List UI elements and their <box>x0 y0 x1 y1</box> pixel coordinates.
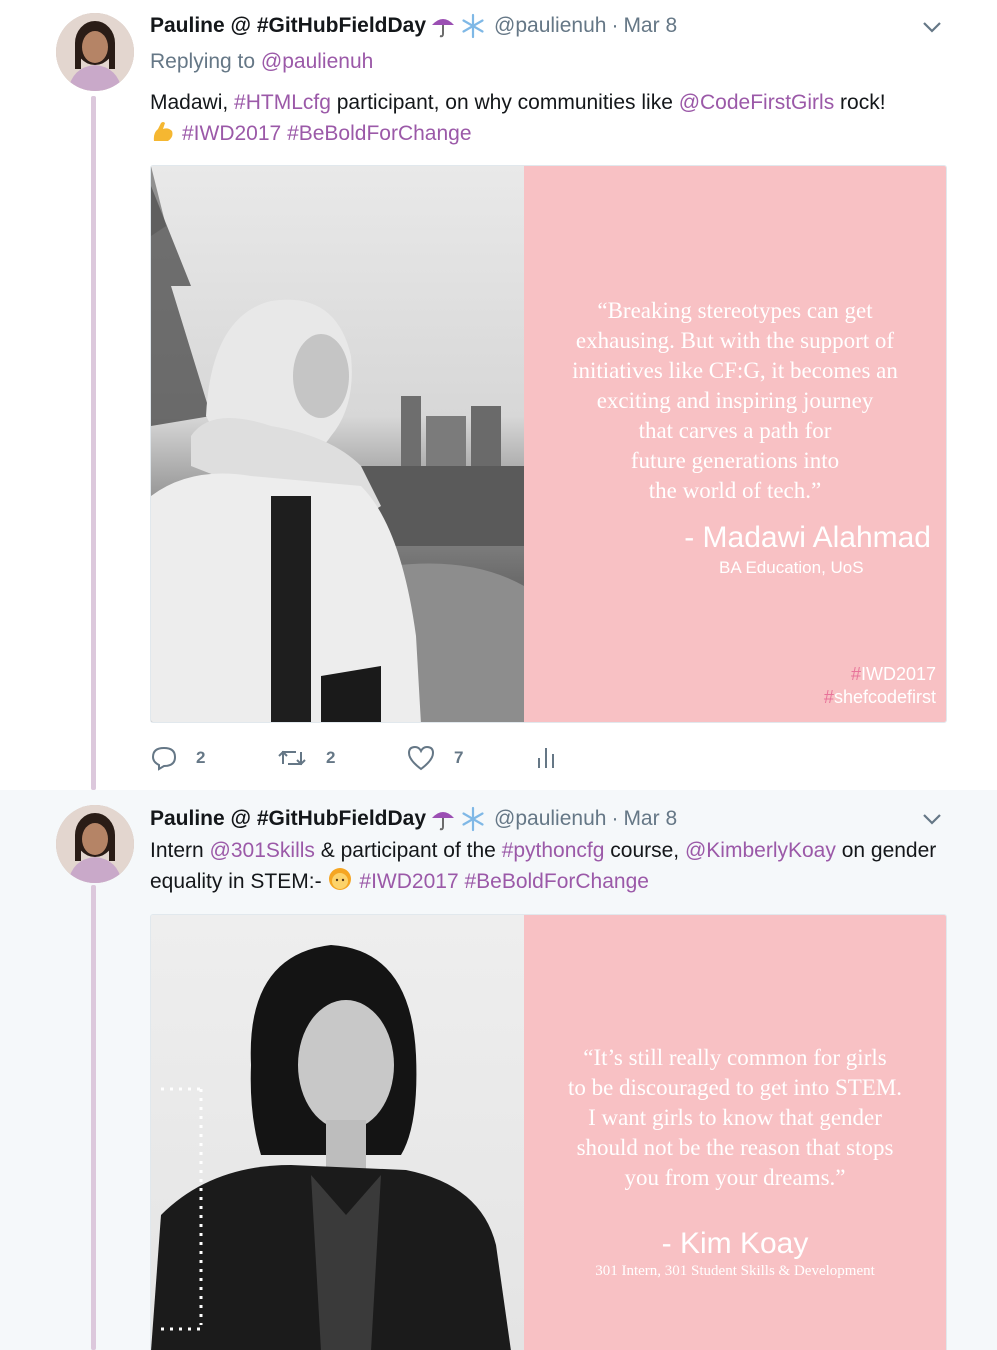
author-handle[interactable]: @paulienuh <box>494 14 606 38</box>
quote-text: “Breaking stereotypes can get exhausing.… <box>534 296 936 506</box>
snowflake-emoji <box>460 13 486 39</box>
text-segment: Intern <box>150 839 210 862</box>
reply-icon <box>151 746 177 771</box>
quote-text: “It’s still really common for girls to b… <box>534 1043 936 1193</box>
hash-symbol: # <box>850 664 861 684</box>
mention-link[interactable]: @CodeFirstGirls <box>679 91 835 114</box>
thread-line <box>91 885 96 1350</box>
quote-line: I want girls to know that gender <box>588 1105 882 1130</box>
replying-handle-link[interactable]: @paulienuh <box>261 50 373 73</box>
image-hashtag: IWD2017 <box>860 664 936 684</box>
text-segment: & participant of the <box>314 839 502 862</box>
like-button[interactable]: 7 <box>406 744 466 772</box>
tweet-date[interactable]: Mar 8 <box>623 807 677 831</box>
photo-madawi[interactable] <box>151 166 524 722</box>
author-handle[interactable]: @paulienuh <box>494 807 606 831</box>
quote-author-subtitle: BA Education, UoS <box>719 558 864 577</box>
quote-line: to be discouraged to get into STEM. <box>567 1075 903 1100</box>
tweet-text: Madawi, #HTMLcfg participant, on why com… <box>150 87 950 149</box>
retweet-count: 2 <box>326 748 336 767</box>
quote-panel: “Breaking stereotypes can get exhausing.… <box>524 166 946 722</box>
avatar[interactable] <box>56 805 134 883</box>
hashtag-link[interactable]: #IWD2017 <box>182 122 281 145</box>
separator-dot: · <box>611 14 619 37</box>
quote-author: - Madawi Alahmad <box>684 521 931 554</box>
chevron-down-icon[interactable] <box>918 805 946 833</box>
mention-link[interactable]: @KimberlyKoay <box>685 839 836 862</box>
hashtag-link[interactable]: #pythoncfg <box>502 839 605 862</box>
tweet-2[interactable]: Pauline @ #GitHubFieldDay @paulienuh · M… <box>0 790 997 1350</box>
photo-kim[interactable] <box>151 915 524 1350</box>
woman-emoji <box>327 867 353 893</box>
hashtag-link[interactable]: #IWD2017 <box>359 870 458 893</box>
replying-label: Replying to <box>150 50 256 73</box>
author-name[interactable]: Pauline @ #GitHubFieldDay <box>150 14 426 38</box>
analytics-button[interactable] <box>534 744 576 772</box>
tweet-media[interactable]: “It’s still really common for girls to b… <box>150 914 947 1350</box>
quote-author: - Kim Koay <box>661 1227 809 1260</box>
separator-dot: · <box>611 807 619 830</box>
quote-panel: “It’s still really common for girls to b… <box>524 915 946 1350</box>
tweet-date[interactable]: Mar 8 <box>623 14 677 38</box>
reply-count: 2 <box>196 748 206 767</box>
replying-to: Replying to @paulienuh <box>150 50 373 74</box>
image-hashtags: #IWD2017 #shefcodefirst <box>824 663 936 709</box>
text-segment: rock! <box>834 91 886 114</box>
snowflake-emoji <box>460 806 486 832</box>
tweet-header: Pauline @ #GitHubFieldDay @paulienuh · M… <box>150 11 677 41</box>
author-name[interactable]: Pauline @ #GitHubFieldDay <box>150 807 426 831</box>
tweet-header: Pauline @ #GitHubFieldDay @paulienuh · M… <box>150 804 677 834</box>
quote-line: exciting and inspiring journey <box>596 388 874 413</box>
hash-symbol: # <box>823 687 834 707</box>
quote-line: initiatives like CF:G, it becomes an <box>572 358 898 383</box>
umbrella-emoji <box>430 13 456 39</box>
tweet-actions: 2 2 7 <box>150 740 644 776</box>
chevron-down-icon[interactable] <box>918 13 946 41</box>
retweet-icon <box>278 750 306 766</box>
quote-line: future generations into <box>630 448 840 473</box>
hashtag-link[interactable]: #BeBoldForChange <box>287 122 471 145</box>
like-count: 7 <box>454 748 464 767</box>
analytics-icon <box>538 748 554 768</box>
quote-line: “It’s still really common for girls <box>583 1045 887 1070</box>
quote-line: you from your dreams.” <box>624 1165 846 1190</box>
quote-line: that carves a path for <box>638 418 832 443</box>
image-hashtag: shefcodefirst <box>833 687 936 707</box>
quote-line: exhausing. But with the support of <box>575 328 895 353</box>
quote-author-subtitle: 301 Intern, 301 Student Skills & Develop… <box>595 1263 875 1279</box>
thread-line <box>91 96 96 790</box>
retweet-button[interactable]: 2 <box>276 744 338 772</box>
avatar[interactable] <box>56 13 134 91</box>
hashtag-link[interactable]: #HTMLcfg <box>234 91 331 114</box>
hashtag-link[interactable]: #BeBoldForChange <box>464 870 648 893</box>
quote-line: should not be the reason that stops <box>576 1135 894 1160</box>
text-segment: participant, on why communities like <box>330 91 679 114</box>
tweet-1[interactable]: Pauline @ #GitHubFieldDay @paulienuh · M… <box>0 0 997 790</box>
quote-line: the world of tech.” <box>648 478 822 503</box>
reply-button[interactable]: 2 <box>150 744 208 772</box>
flexed-biceps-emoji <box>150 119 176 145</box>
heart-icon <box>407 745 435 771</box>
tweet-text: Intern @301Skills & participant of the #… <box>150 835 950 897</box>
text-segment: Madawi, <box>150 91 235 114</box>
umbrella-emoji <box>430 806 456 832</box>
mention-link[interactable]: @301Skills <box>210 839 315 862</box>
text-segment: course, <box>604 839 685 862</box>
tweet-media[interactable]: “Breaking stereotypes can get exhausing.… <box>150 165 947 723</box>
quote-line: “Breaking stereotypes can get <box>597 298 873 323</box>
